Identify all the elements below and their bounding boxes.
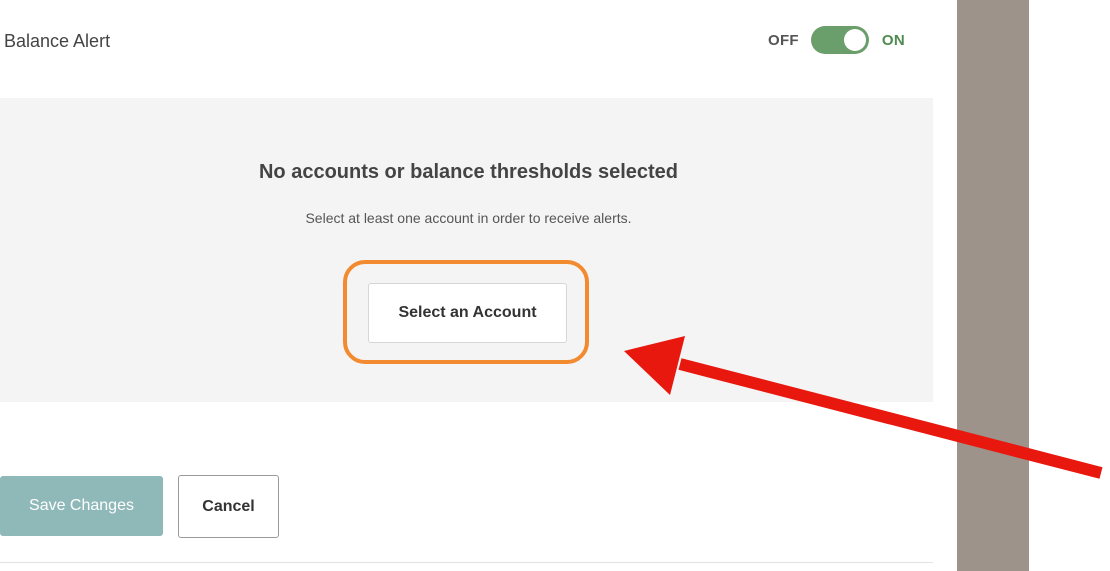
save-changes-button[interactable]: Save Changes <box>0 476 163 536</box>
alert-toggle-group: OFF ON <box>768 26 905 54</box>
toggle-knob <box>843 29 866 51</box>
side-panel-strip <box>957 0 1029 571</box>
toggle-off-label: OFF <box>768 31 799 49</box>
balance-alert-page: Balance Alert OFF ON No accounts or bala… <box>0 0 1110 571</box>
select-account-button[interactable]: Select an Account <box>368 283 567 343</box>
alert-header: Balance Alert OFF ON <box>0 0 935 85</box>
toggle-on-label: ON <box>881 31 906 49</box>
empty-state-panel: No accounts or balance thresholds select… <box>0 98 933 402</box>
alert-title: Balance Alert <box>4 31 111 51</box>
empty-state-title: No accounts or balance thresholds select… <box>258 161 678 183</box>
cancel-button[interactable]: Cancel <box>178 475 279 538</box>
footer-divider <box>0 562 933 563</box>
alert-toggle-switch[interactable] <box>810 26 869 54</box>
empty-state-subtitle: Select at least one account in order to … <box>305 210 632 226</box>
